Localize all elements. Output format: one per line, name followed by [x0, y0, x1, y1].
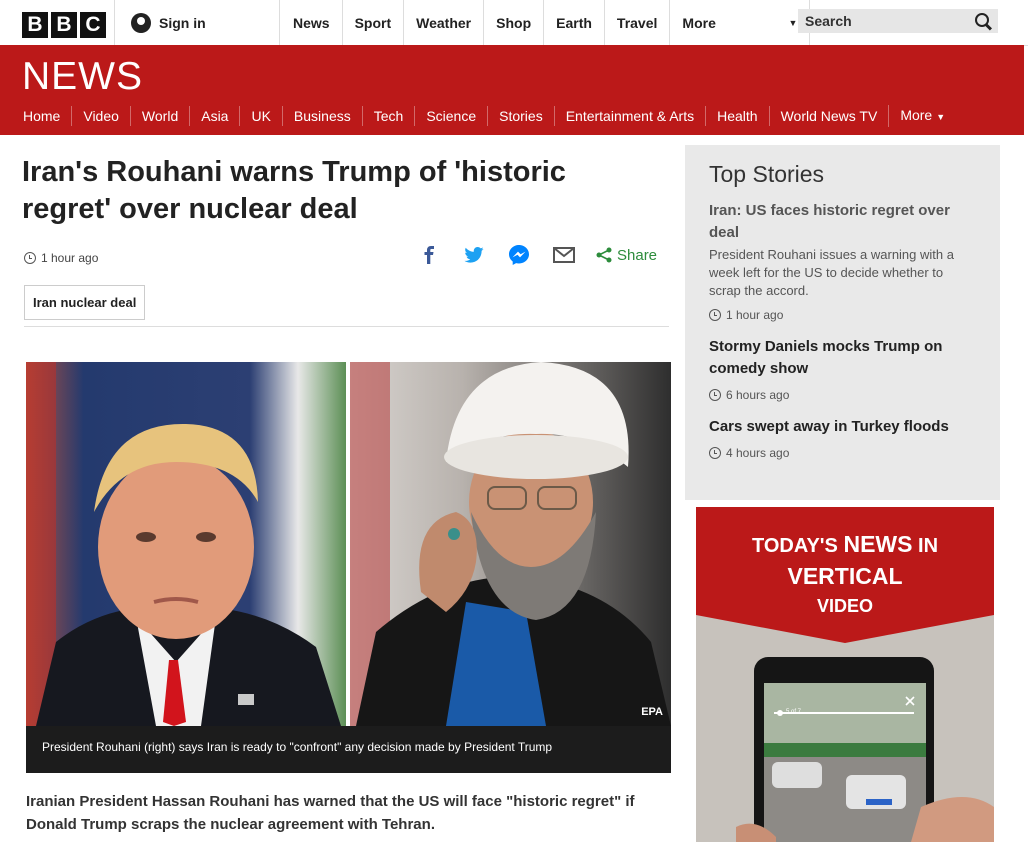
vertical-video-promo[interactable]: TODAY'S NEWS IN VERTICAL VIDEO 5 of 7	[696, 507, 994, 842]
news-wordmark[interactable]: NEWS	[22, 55, 143, 99]
bbc-logo[interactable]: B B C	[22, 12, 106, 38]
nav-more-label: More	[682, 15, 716, 31]
divider	[24, 326, 669, 327]
story-time-text: 6 hours ago	[726, 388, 790, 402]
subnav-uk[interactable]: UK	[239, 106, 281, 126]
photo-trump-rouhani	[26, 362, 671, 726]
sign-in-label: Sign in	[159, 15, 206, 31]
subnav-video[interactable]: Video	[71, 106, 130, 126]
story-title[interactable]: Iran: US faces historic regret over deal	[709, 200, 976, 244]
story-time: 6 hours ago	[709, 388, 976, 402]
story-title[interactable]: Cars swept away in Turkey floods	[709, 416, 976, 438]
story-time: 4 hours ago	[709, 446, 976, 460]
story-time-text: 1 hour ago	[726, 308, 784, 322]
subnav-stories[interactable]: Stories	[487, 106, 554, 126]
bbc-logo-letter: B	[51, 12, 77, 38]
user-icon	[131, 13, 151, 33]
subnav-science[interactable]: Science	[414, 106, 487, 126]
nav-sport[interactable]: Sport	[343, 0, 405, 46]
subnav-home[interactable]: Home	[12, 106, 71, 126]
article-image: EPA President Rouhani (right) says Iran …	[26, 362, 671, 773]
share-label: Share	[617, 246, 658, 264]
messenger-icon[interactable]	[508, 244, 530, 266]
subnav-world-news-tv[interactable]: World News TV	[768, 106, 889, 126]
subnav-business[interactable]: Business	[281, 106, 362, 126]
topic-tag[interactable]: Iran nuclear deal	[24, 285, 146, 320]
subnav-health[interactable]: Health	[705, 106, 768, 126]
facebook-icon[interactable]	[418, 244, 440, 266]
article-headline: Iran's Rouhani warns Trump of 'historic …	[22, 156, 566, 225]
nav-more[interactable]: More ▼	[670, 0, 811, 46]
nav-travel[interactable]: Travel	[605, 0, 671, 46]
top-stories-title: Top Stories	[709, 161, 825, 187]
bbc-logo-letter: B	[22, 12, 48, 38]
share-icon	[596, 247, 612, 263]
promo-line-3: VIDEO	[816, 596, 873, 616]
story-item[interactable]: Stormy Daniels mocks Trump on comedy sho…	[709, 336, 976, 402]
search-placeholder: Search	[805, 13, 852, 29]
nav-news[interactable]: News	[281, 0, 343, 46]
share-tools: Share	[418, 244, 657, 266]
promo-phone-counter: 5 of 7	[786, 709, 802, 715]
news-banner: NEWS Home Video World Asia UK Business T…	[0, 45, 1024, 135]
share-button[interactable]: Share	[596, 247, 657, 264]
caret-down-icon: ▼	[788, 18, 798, 28]
nav-earth[interactable]: Earth	[544, 0, 605, 46]
story-title[interactable]: Stormy Daniels mocks Trump on comedy sho…	[709, 336, 976, 380]
article-timestamp: 1 hour ago	[24, 251, 98, 265]
global-nav: News Sport Weather Shop Earth Travel Mor…	[281, 0, 811, 46]
clock-icon	[709, 389, 721, 401]
image-caption: President Rouhani (right) says Iran is r…	[26, 726, 671, 773]
subnav-asia[interactable]: Asia	[189, 106, 239, 126]
twitter-icon[interactable]	[463, 244, 485, 266]
clock-icon	[709, 309, 721, 321]
search-input[interactable]: Search	[798, 9, 998, 33]
top-bar: B B C Sign in News Sport Weather Shop Ea…	[0, 0, 1028, 46]
subnav-world[interactable]: World	[129, 106, 189, 126]
bbc-logo-letter: C	[80, 12, 106, 38]
subnav-more[interactable]: More ▼	[888, 105, 956, 127]
promo-line-1: TODAY'S NEWS IN	[751, 531, 939, 557]
story-time-text: 4 hours ago	[726, 446, 790, 460]
nav-shop[interactable]: Shop	[484, 0, 545, 46]
story-time: 1 hour ago	[709, 308, 976, 322]
top-stories-panel: Top Stories Iran: US faces historic regr…	[685, 145, 1000, 500]
article-lead: Iranian President Hassan Rouhani has war…	[26, 793, 635, 833]
sign-in-button[interactable]: Sign in	[114, 0, 280, 46]
timestamp-text: 1 hour ago	[41, 251, 99, 265]
clock-icon	[709, 447, 721, 459]
promo-headline: TODAY'S NEWS IN VERTICAL VIDEO	[696, 529, 994, 621]
story-item[interactable]: Cars swept away in Turkey floods 4 hours…	[709, 416, 976, 460]
clock-icon	[24, 252, 36, 264]
promo-line-2: VERTICAL	[787, 563, 903, 589]
email-icon[interactable]	[553, 244, 575, 266]
subnav-more-label: More	[900, 107, 933, 123]
image-credit: EPA	[641, 706, 663, 718]
story-summary: President Rouhani issues a warning with …	[709, 247, 954, 298]
news-subnav: Home Video World Asia UK Business Tech S…	[12, 105, 956, 127]
nav-weather[interactable]: Weather	[404, 0, 485, 46]
story-item[interactable]: Iran: US faces historic regret over deal…	[709, 200, 976, 322]
subnav-tech[interactable]: Tech	[361, 106, 415, 126]
caret-down-icon: ▼	[936, 112, 946, 122]
search-icon[interactable]	[974, 12, 992, 30]
subnav-entertainment[interactable]: Entertainment & Arts	[553, 106, 705, 126]
